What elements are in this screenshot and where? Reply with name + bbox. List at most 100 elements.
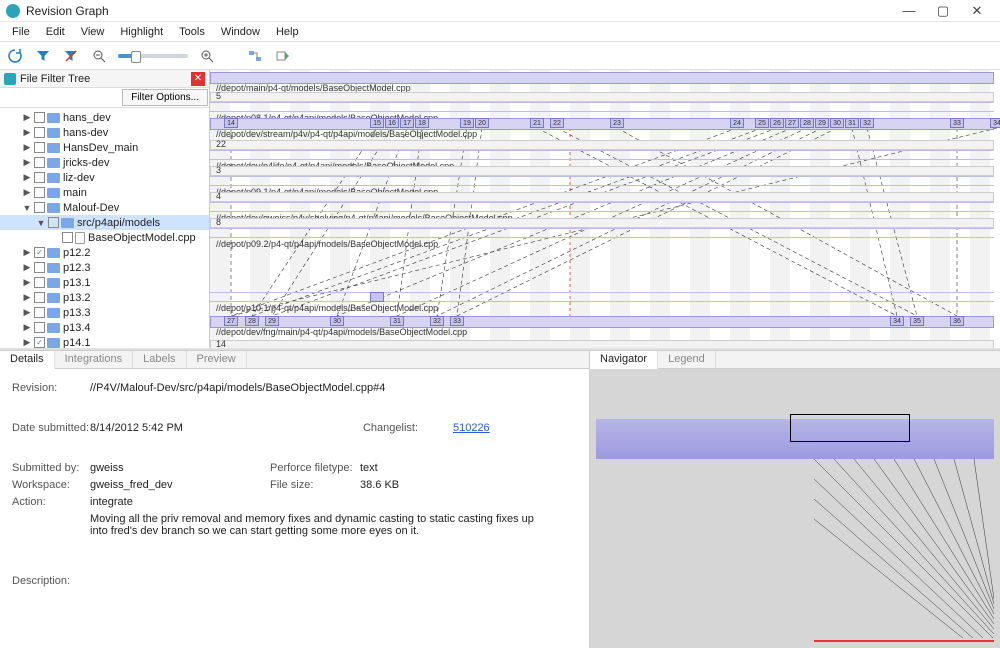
tree-twisty-icon[interactable]: ▶ bbox=[22, 262, 32, 273]
filter-options-button[interactable]: Filter Options... bbox=[122, 89, 208, 106]
refresh-icon[interactable] bbox=[6, 47, 24, 65]
tree-checkbox[interactable] bbox=[34, 157, 45, 168]
tree-item[interactable]: ▶p13.1 bbox=[0, 275, 209, 290]
tab-navigator[interactable]: Navigator bbox=[590, 351, 658, 369]
tree-twisty-icon[interactable]: ▶ bbox=[22, 172, 32, 183]
navigator-viewport-box[interactable] bbox=[790, 414, 910, 442]
revision-node[interactable]: 32 bbox=[430, 316, 444, 326]
revision-node[interactable]: 24 bbox=[730, 118, 744, 128]
tree-item[interactable]: ▶p12.3 bbox=[0, 260, 209, 275]
revision-node[interactable]: 19 bbox=[460, 118, 474, 128]
menu-edit[interactable]: Edit bbox=[38, 24, 73, 40]
menu-highlight[interactable]: Highlight bbox=[112, 24, 171, 40]
menu-file[interactable]: File bbox=[4, 24, 38, 40]
tree-checkbox[interactable]: ✓ bbox=[34, 247, 45, 258]
tab-labels[interactable]: Labels bbox=[133, 351, 186, 368]
branch-bar[interactable] bbox=[210, 140, 994, 150]
revision-node[interactable]: 34 bbox=[890, 316, 904, 326]
tree-twisty-icon[interactable]: ▶ bbox=[22, 307, 32, 318]
revision-node[interactable]: 33 bbox=[450, 316, 464, 326]
branch-bar[interactable] bbox=[210, 192, 994, 202]
tree-item[interactable]: ▶hans_dev bbox=[0, 110, 209, 125]
tree-item[interactable]: ▶jricks-dev bbox=[0, 155, 209, 170]
revision-graph-canvas[interactable]: //depot/main/p4-qt/models/BaseObjectMode… bbox=[210, 70, 1000, 350]
tree-item[interactable]: ▶p13.4 bbox=[0, 320, 209, 335]
tree-checkbox[interactable] bbox=[34, 142, 45, 153]
revision-node[interactable]: 33 bbox=[950, 118, 964, 128]
navigator-body[interactable] bbox=[590, 369, 1000, 648]
filter-icon[interactable] bbox=[34, 47, 52, 65]
revision-node[interactable]: 27 bbox=[785, 118, 799, 128]
tree-checkbox[interactable]: ✓ bbox=[34, 337, 45, 348]
revision-node[interactable]: 28 bbox=[245, 316, 259, 326]
maximize-button[interactable]: ▢ bbox=[926, 3, 960, 19]
tree-item[interactable]: ▼src/p4api/models bbox=[0, 215, 209, 230]
branch-bar[interactable] bbox=[210, 292, 994, 302]
branch-tool-icon[interactable] bbox=[246, 47, 264, 65]
tree-checkbox[interactable] bbox=[34, 202, 45, 213]
branch-bar[interactable] bbox=[210, 228, 994, 238]
sidebar-close-icon[interactable]: ✕ bbox=[191, 72, 205, 86]
tree-item[interactable]: ▼Malouf-Dev bbox=[0, 200, 209, 215]
tree-item[interactable]: ▶p13.3 bbox=[0, 305, 209, 320]
tree-twisty-icon[interactable]: ▶ bbox=[22, 337, 32, 348]
tree-item[interactable]: ▶✓p12.2 bbox=[0, 245, 209, 260]
goto-icon[interactable] bbox=[274, 47, 292, 65]
revision-node[interactable]: 31 bbox=[390, 316, 404, 326]
menu-window[interactable]: Window bbox=[213, 24, 268, 40]
branch-bar[interactable] bbox=[210, 218, 994, 228]
file-tree[interactable]: ▶hans_dev▶hans-dev▶HansDev_main▶jricks-d… bbox=[0, 108, 209, 350]
tree-twisty-icon[interactable]: ▶ bbox=[22, 292, 32, 303]
revision-node[interactable]: 28 bbox=[800, 118, 814, 128]
revision-node[interactable]: 25 bbox=[755, 118, 769, 128]
revision-node[interactable]: 29 bbox=[265, 316, 279, 326]
tree-item[interactable]: BaseObjectModel.cpp bbox=[0, 230, 209, 245]
revision-node[interactable]: 35 bbox=[910, 316, 924, 326]
close-window-button[interactable]: ✕ bbox=[960, 3, 994, 19]
menu-tools[interactable]: Tools bbox=[171, 24, 213, 40]
filter-clear-icon[interactable] bbox=[62, 47, 80, 65]
revision-node[interactable]: 26 bbox=[770, 118, 784, 128]
tree-checkbox[interactable] bbox=[34, 127, 45, 138]
branch-bar[interactable] bbox=[210, 176, 994, 186]
revision-node[interactable]: 21 bbox=[530, 118, 544, 128]
minimize-button[interactable]: — bbox=[892, 3, 926, 18]
tree-checkbox[interactable] bbox=[34, 187, 45, 198]
revision-node[interactable]: 32 bbox=[860, 118, 874, 128]
tree-twisty-icon[interactable]: ▶ bbox=[22, 247, 32, 258]
revision-node[interactable]: 23 bbox=[610, 118, 624, 128]
revision-node[interactable]: 16 bbox=[385, 118, 399, 128]
tree-checkbox[interactable] bbox=[62, 232, 73, 243]
tree-checkbox[interactable] bbox=[34, 112, 45, 123]
tree-item[interactable]: ▶hans-dev bbox=[0, 125, 209, 140]
tab-integrations[interactable]: Integrations bbox=[55, 351, 133, 368]
tree-checkbox[interactable] bbox=[34, 262, 45, 273]
tree-checkbox[interactable] bbox=[34, 172, 45, 183]
zoom-slider[interactable] bbox=[118, 54, 188, 58]
tree-item[interactable]: ▶main bbox=[0, 185, 209, 200]
branch-bar[interactable] bbox=[210, 92, 994, 102]
tree-checkbox[interactable] bbox=[34, 277, 45, 288]
tab-details[interactable]: Details bbox=[0, 351, 55, 369]
revision-node[interactable]: 15 bbox=[370, 118, 384, 128]
revision-node[interactable]: 14 bbox=[224, 118, 238, 128]
tree-twisty-icon[interactable]: ▶ bbox=[22, 157, 32, 168]
tree-checkbox[interactable] bbox=[48, 217, 59, 228]
revision-node[interactable]: 22 bbox=[550, 118, 564, 128]
tree-twisty-icon[interactable]: ▶ bbox=[22, 142, 32, 153]
revision-node[interactable] bbox=[370, 292, 384, 302]
revision-node[interactable]: 30 bbox=[330, 316, 344, 326]
tab-preview[interactable]: Preview bbox=[187, 351, 247, 368]
revision-node[interactable]: 20 bbox=[475, 118, 489, 128]
revision-node[interactable]: 34 bbox=[990, 118, 1000, 128]
revision-node[interactable]: 36 bbox=[950, 316, 964, 326]
revision-node[interactable]: 31 bbox=[845, 118, 859, 128]
tree-twisty-icon[interactable]: ▶ bbox=[22, 322, 32, 333]
branch-bar[interactable] bbox=[210, 166, 994, 176]
revision-node[interactable]: 18 bbox=[415, 118, 429, 128]
tree-twisty-icon[interactable]: ▼ bbox=[36, 218, 46, 228]
branch-bar[interactable] bbox=[210, 102, 994, 112]
menu-help[interactable]: Help bbox=[268, 24, 307, 40]
revision-node[interactable]: 17 bbox=[400, 118, 414, 128]
tree-item[interactable]: ▶HansDev_main bbox=[0, 140, 209, 155]
